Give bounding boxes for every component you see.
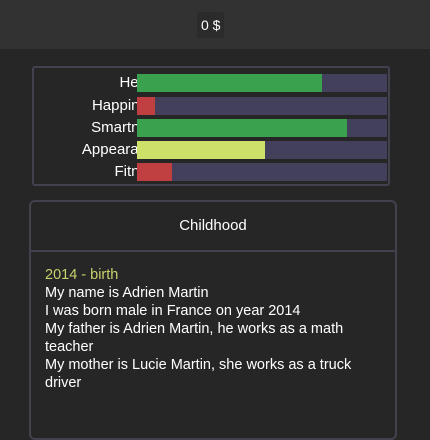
life-stage-header: Childhood	[31, 202, 395, 252]
stat-bar-fitness	[137, 163, 387, 181]
life-event-log: 2014 - birth My name is Adrien Martin I …	[45, 266, 375, 392]
stat-row-smartness: Smartness:	[34, 117, 392, 139]
log-line: My father is Adrien Martin, he works as …	[45, 321, 344, 355]
stat-fill-appearance	[137, 141, 265, 159]
stat-fill-health	[137, 74, 322, 92]
log-entry-year: 2014 - birth	[45, 267, 119, 283]
log-line: I was born male in France on year 2014	[45, 303, 301, 319]
stats-panel: Health: Happiness: Smartness: Appearance…	[32, 66, 390, 186]
stat-bar-appearance	[137, 141, 387, 159]
stat-fill-fitness	[137, 163, 172, 181]
stat-row-health: Health:	[34, 72, 392, 94]
stat-row-happiness: Happiness:	[34, 95, 392, 117]
stat-bar-smartness	[137, 119, 387, 137]
stat-bar-health	[137, 74, 387, 92]
money-display: 0 $	[197, 12, 225, 38]
stat-fill-smartness	[137, 119, 347, 137]
log-line: My mother is Lucie Martin, she works as …	[45, 357, 352, 391]
log-line: My name is Adrien Martin	[45, 285, 209, 301]
stat-bar-happiness	[137, 97, 387, 115]
stat-row-appearance: Appearance:	[34, 139, 392, 161]
top-bar: 0 $	[0, 0, 430, 49]
log-entry: 2014 - birth My name is Adrien Martin I …	[45, 266, 375, 392]
stat-fill-happiness	[137, 97, 155, 115]
stat-row-fitness: Fitness:	[34, 161, 392, 183]
life-stage-title: Childhood	[179, 217, 247, 234]
life-panel: Childhood 2014 - birth My name is Adrien…	[29, 200, 397, 440]
